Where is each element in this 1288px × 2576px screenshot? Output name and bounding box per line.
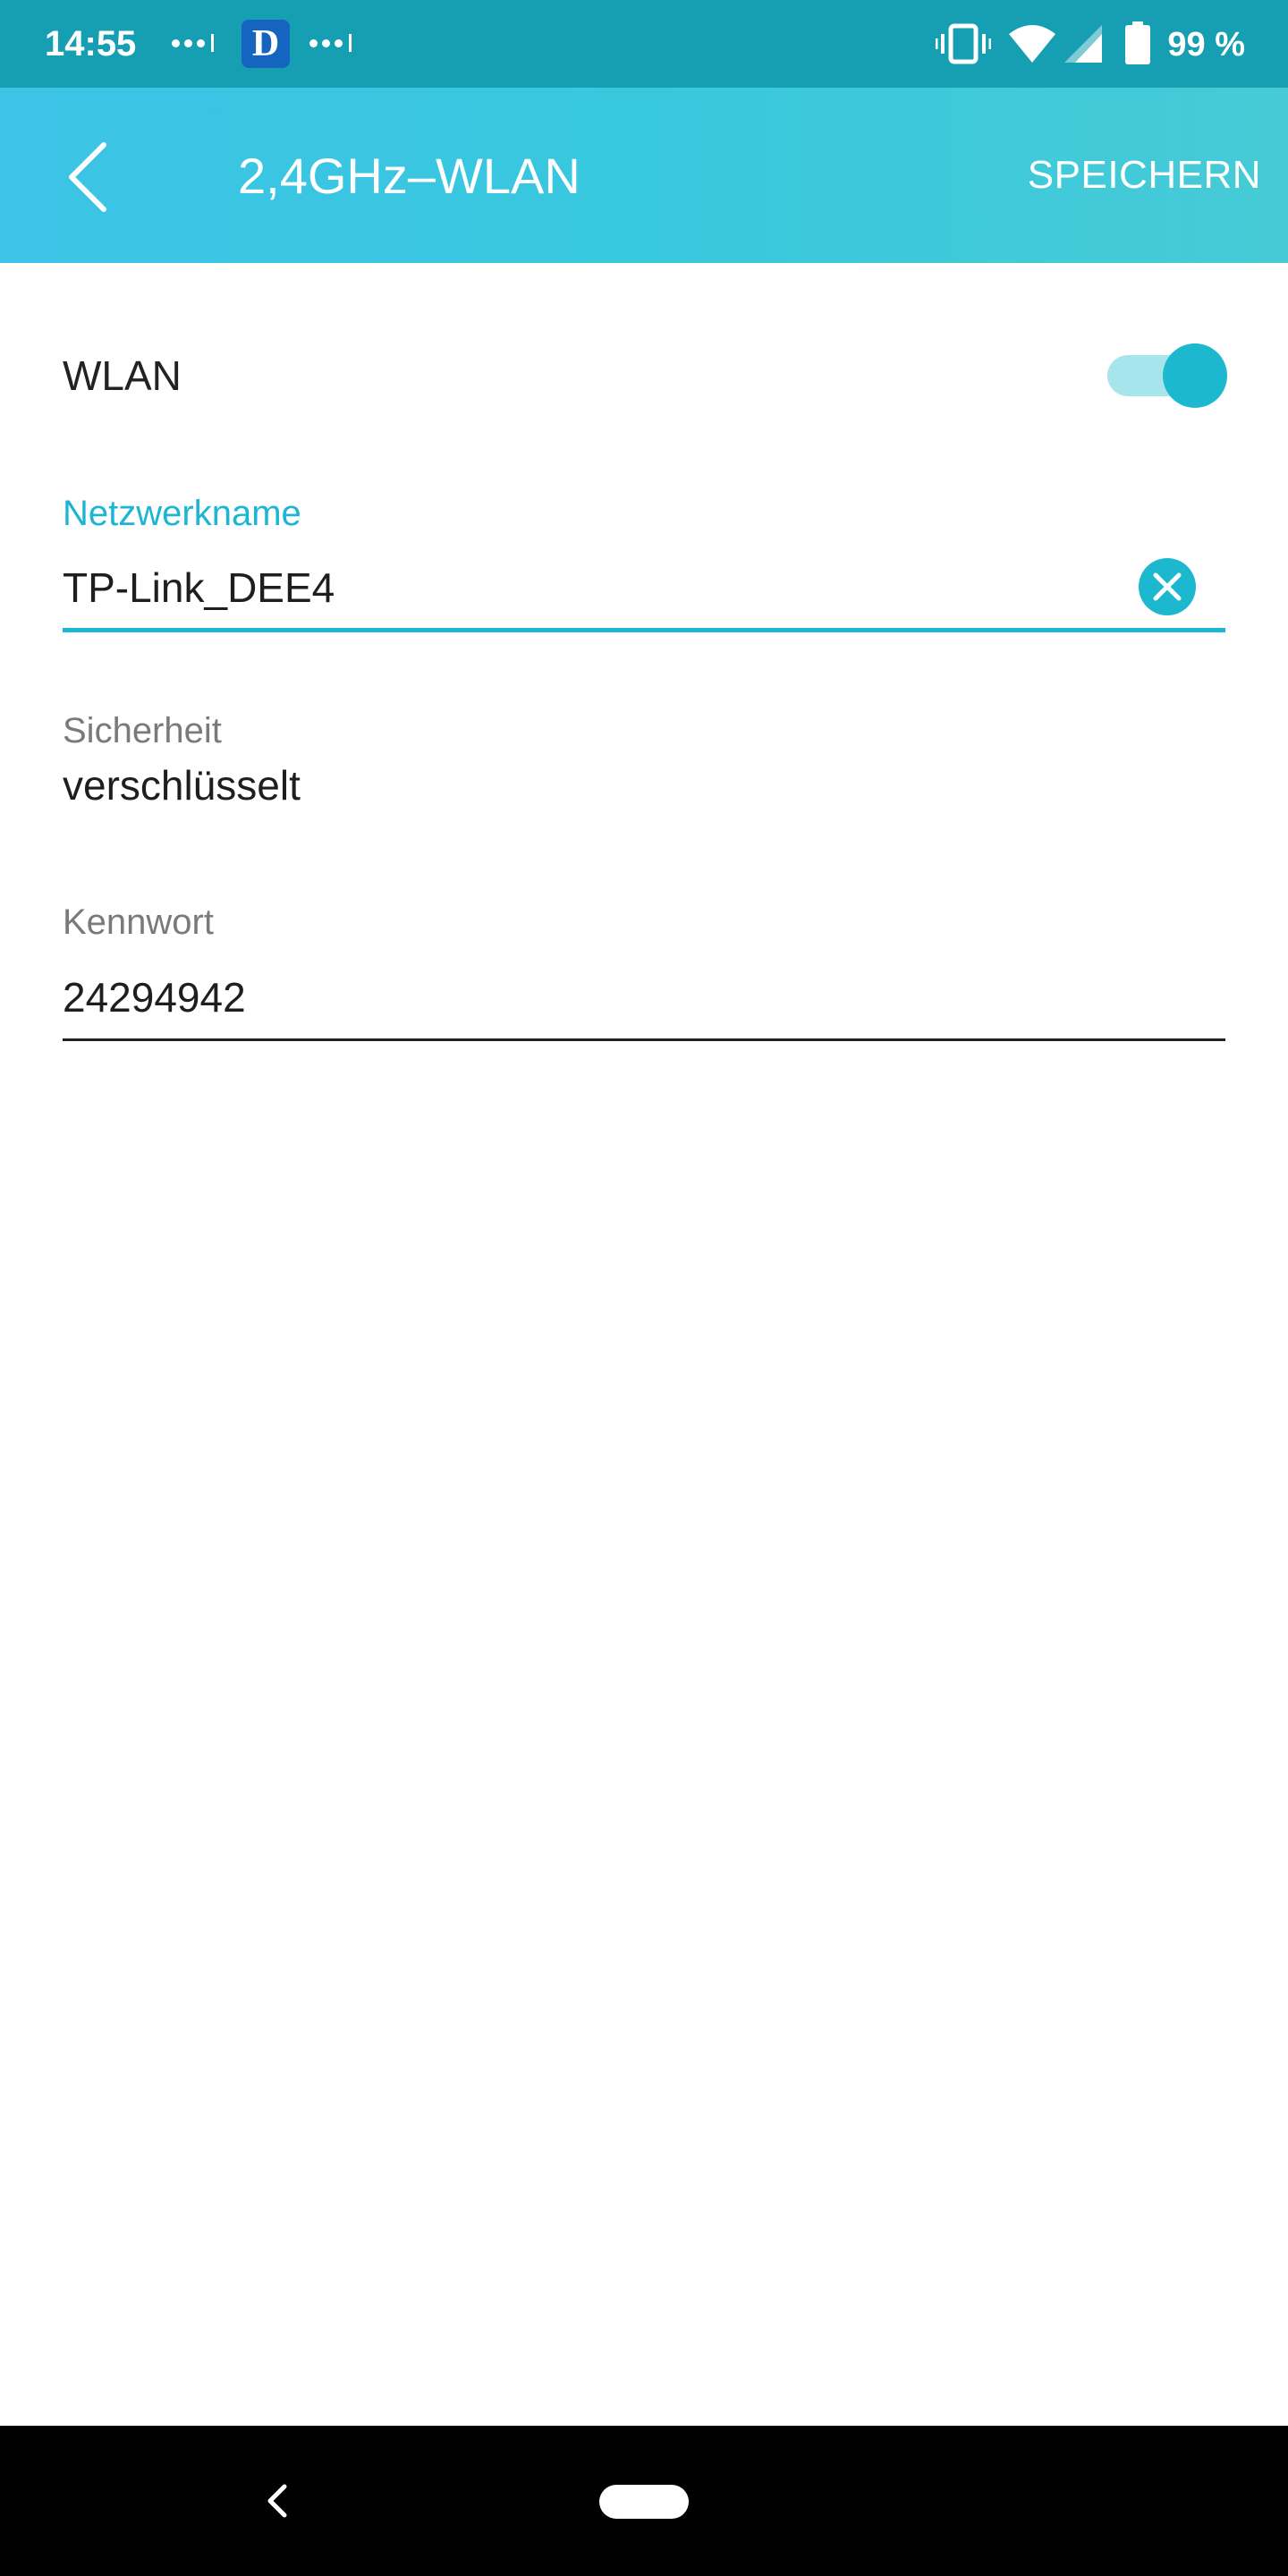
battery-percentage: 99 % — [1167, 26, 1245, 64]
wlan-label: WLAN — [63, 352, 182, 399]
navigation-bar — [0, 2426, 1288, 2576]
back-button[interactable] — [54, 132, 143, 222]
password-label: Kennwort — [63, 902, 214, 942]
security-value: verschlüsselt — [63, 762, 301, 809]
network-name-underline — [63, 628, 1225, 632]
clear-icon — [1153, 572, 1182, 601]
network-name-input[interactable] — [63, 556, 1225, 619]
page-title: 2,4GHz–WLAN — [238, 148, 580, 204]
password-input[interactable] — [63, 966, 1225, 1029]
cell-signal-icon — [1064, 25, 1102, 63]
app-d-icon: D — [242, 20, 290, 68]
screen: 14:55 D 99 % 2,4GHz–WLAN SPEICHERN WLAN … — [0, 0, 1288, 2576]
nav-back-icon — [267, 2484, 287, 2518]
signal-dots-icon — [172, 34, 218, 52]
nav-home-button[interactable] — [599, 2485, 689, 2519]
status-time: 14:55 — [45, 24, 137, 64]
nav-back-button[interactable] — [256, 2476, 301, 2526]
chevron-left-icon — [69, 142, 106, 212]
clear-network-name-button[interactable] — [1139, 558, 1196, 615]
network-name-label: Netzwerkname — [63, 494, 301, 533]
save-button[interactable]: SPEICHERN — [1028, 150, 1261, 200]
signal-dots-icon — [309, 34, 356, 52]
wifi-icon — [1009, 25, 1055, 63]
status-bar: 14:55 D 99 % — [0, 0, 1288, 88]
security-label: Sicherheit — [63, 711, 222, 750]
password-underline — [63, 1038, 1225, 1041]
wlan-toggle[interactable] — [1107, 343, 1227, 408]
battery-icon — [1125, 21, 1150, 64]
toggle-thumb — [1163, 343, 1227, 408]
app-header: 2,4GHz–WLAN SPEICHERN — [0, 88, 1288, 263]
vibrate-icon — [936, 23, 991, 64]
